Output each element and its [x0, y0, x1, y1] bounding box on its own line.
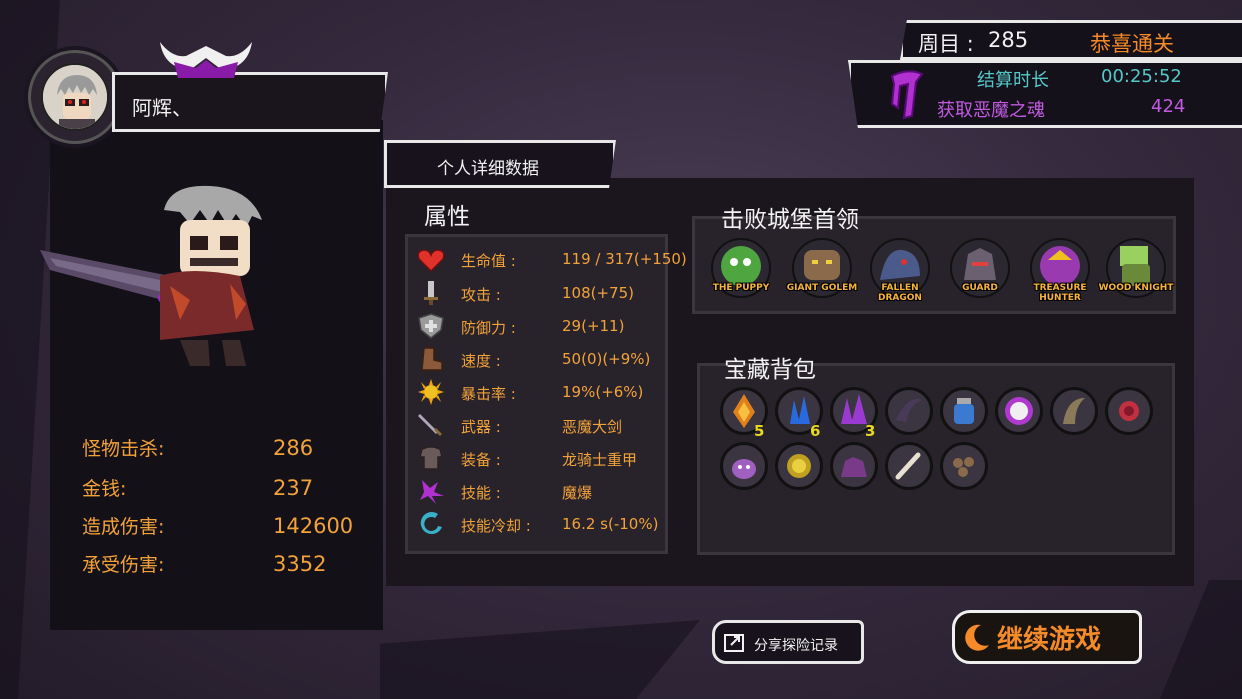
- horn-icon[interactable]: [1050, 387, 1098, 435]
- white-orb-icon[interactable]: [995, 387, 1043, 435]
- hero-character-icon: [40, 185, 262, 366]
- rock-cluster-icon[interactable]: [940, 442, 988, 490]
- avatar-portrait-icon: [41, 63, 109, 131]
- attack-value: 108(+75): [562, 284, 634, 302]
- duration-value: 00:25:52: [1101, 66, 1182, 87]
- money-label: 金钱:: [82, 478, 127, 500]
- defense-label: 防御力 :: [461, 319, 516, 337]
- background-shard: [1160, 580, 1242, 699]
- moon-icon: [965, 624, 989, 651]
- demon-soul-icon: [890, 70, 924, 120]
- equipment-value: 龙骑士重甲: [562, 451, 638, 469]
- avatar: [28, 50, 122, 144]
- demon-horns-icon: [160, 42, 252, 78]
- weapon-label: 武器 :: [461, 418, 501, 436]
- monster-kills-label: 怪物击杀:: [82, 438, 165, 460]
- player-name: 阿辉、: [132, 96, 192, 120]
- gold-coin-icon[interactable]: [775, 442, 823, 490]
- share-record-label: 分享探险记录: [754, 638, 838, 654]
- cooldown-icon: [420, 512, 442, 535]
- boss-wood-knight-name: WOOD KNIGHT: [1098, 283, 1174, 293]
- weapon-value: 恶魔大剑: [562, 418, 623, 436]
- fire-crystal-count: 5: [754, 422, 765, 440]
- beast-icon[interactable]: [830, 442, 878, 490]
- monster-kills-value: 286: [273, 436, 314, 460]
- rose-icon[interactable]: [1105, 387, 1153, 435]
- slime-pet-icon[interactable]: [720, 442, 768, 490]
- money-value: 237: [273, 476, 314, 500]
- skill-value: 魔爆: [562, 484, 593, 502]
- continue-game-label: 继续游戏: [997, 625, 1102, 655]
- hp-label: 生命值 :: [461, 252, 516, 270]
- boss-fallen-dragon-name: FALLEN DRAGON: [878, 283, 922, 303]
- soul-value: 424: [1151, 96, 1186, 117]
- bone-icon[interactable]: [885, 442, 933, 490]
- boss-treasure-hunter-name: TREASURE HUNTER: [1033, 283, 1087, 303]
- clear-status: 恭喜通关: [1090, 32, 1174, 56]
- crit-icon: [418, 379, 444, 405]
- tab-personal-details-label: 个人详细数据: [437, 159, 539, 179]
- soul-label: 获取恶魔之魂: [937, 100, 1045, 121]
- speed-value: 50(0)(+9%): [562, 350, 651, 368]
- boot-icon: [421, 347, 443, 371]
- boss-giant-golem-name: GIANT GOLEM: [786, 283, 858, 293]
- shield-icon: [418, 313, 444, 339]
- treasure-title: 宝藏背包: [724, 357, 816, 383]
- skill-icon: [420, 480, 444, 504]
- hp-value: 119 / 317(+150): [562, 250, 687, 268]
- boss-puppy-name: THE PUPPY: [712, 283, 770, 293]
- purple-crystal-count: 3: [865, 422, 876, 440]
- potion-jar-icon[interactable]: [940, 387, 988, 435]
- share-icon: [724, 634, 744, 652]
- damage-taken-label: 承受伤害:: [82, 554, 165, 576]
- bosses-title: 击败城堡首领: [721, 207, 859, 233]
- equipment-label: 装备 :: [461, 451, 501, 469]
- damage-dealt-value: 142600: [273, 514, 354, 538]
- attack-label: 攻击 :: [461, 286, 501, 304]
- weapon-icon: [418, 414, 442, 436]
- skill-label: 技能 :: [461, 484, 501, 502]
- defense-value: 29(+11): [562, 317, 625, 335]
- damage-dealt-label: 造成伤害:: [82, 516, 165, 538]
- damage-taken-value: 3352: [273, 552, 327, 576]
- heart-icon: [417, 249, 445, 273]
- boss-guard-name: GUARD: [962, 283, 998, 293]
- cycle-value: 285: [988, 28, 1029, 52]
- armor-icon: [419, 446, 443, 470]
- cycle-label: 周目 :: [918, 32, 974, 56]
- skill-cooldown-value: 16.2 s(-10%): [562, 515, 659, 533]
- ice-crystal-count: 6: [810, 422, 821, 440]
- crit-rate-label: 暴击率 :: [461, 385, 516, 403]
- background-shard: [380, 620, 700, 699]
- claw-icon[interactable]: [885, 387, 933, 435]
- speed-label: 速度 :: [461, 352, 501, 370]
- treasure-box: [697, 363, 1175, 555]
- crit-rate-value: 19%(+6%): [562, 383, 644, 401]
- sword-icon: [424, 281, 438, 305]
- attributes-title: 属性: [424, 204, 470, 230]
- skill-cooldown-label: 技能冷却 :: [461, 517, 531, 535]
- duration-label: 结算时长: [977, 70, 1049, 91]
